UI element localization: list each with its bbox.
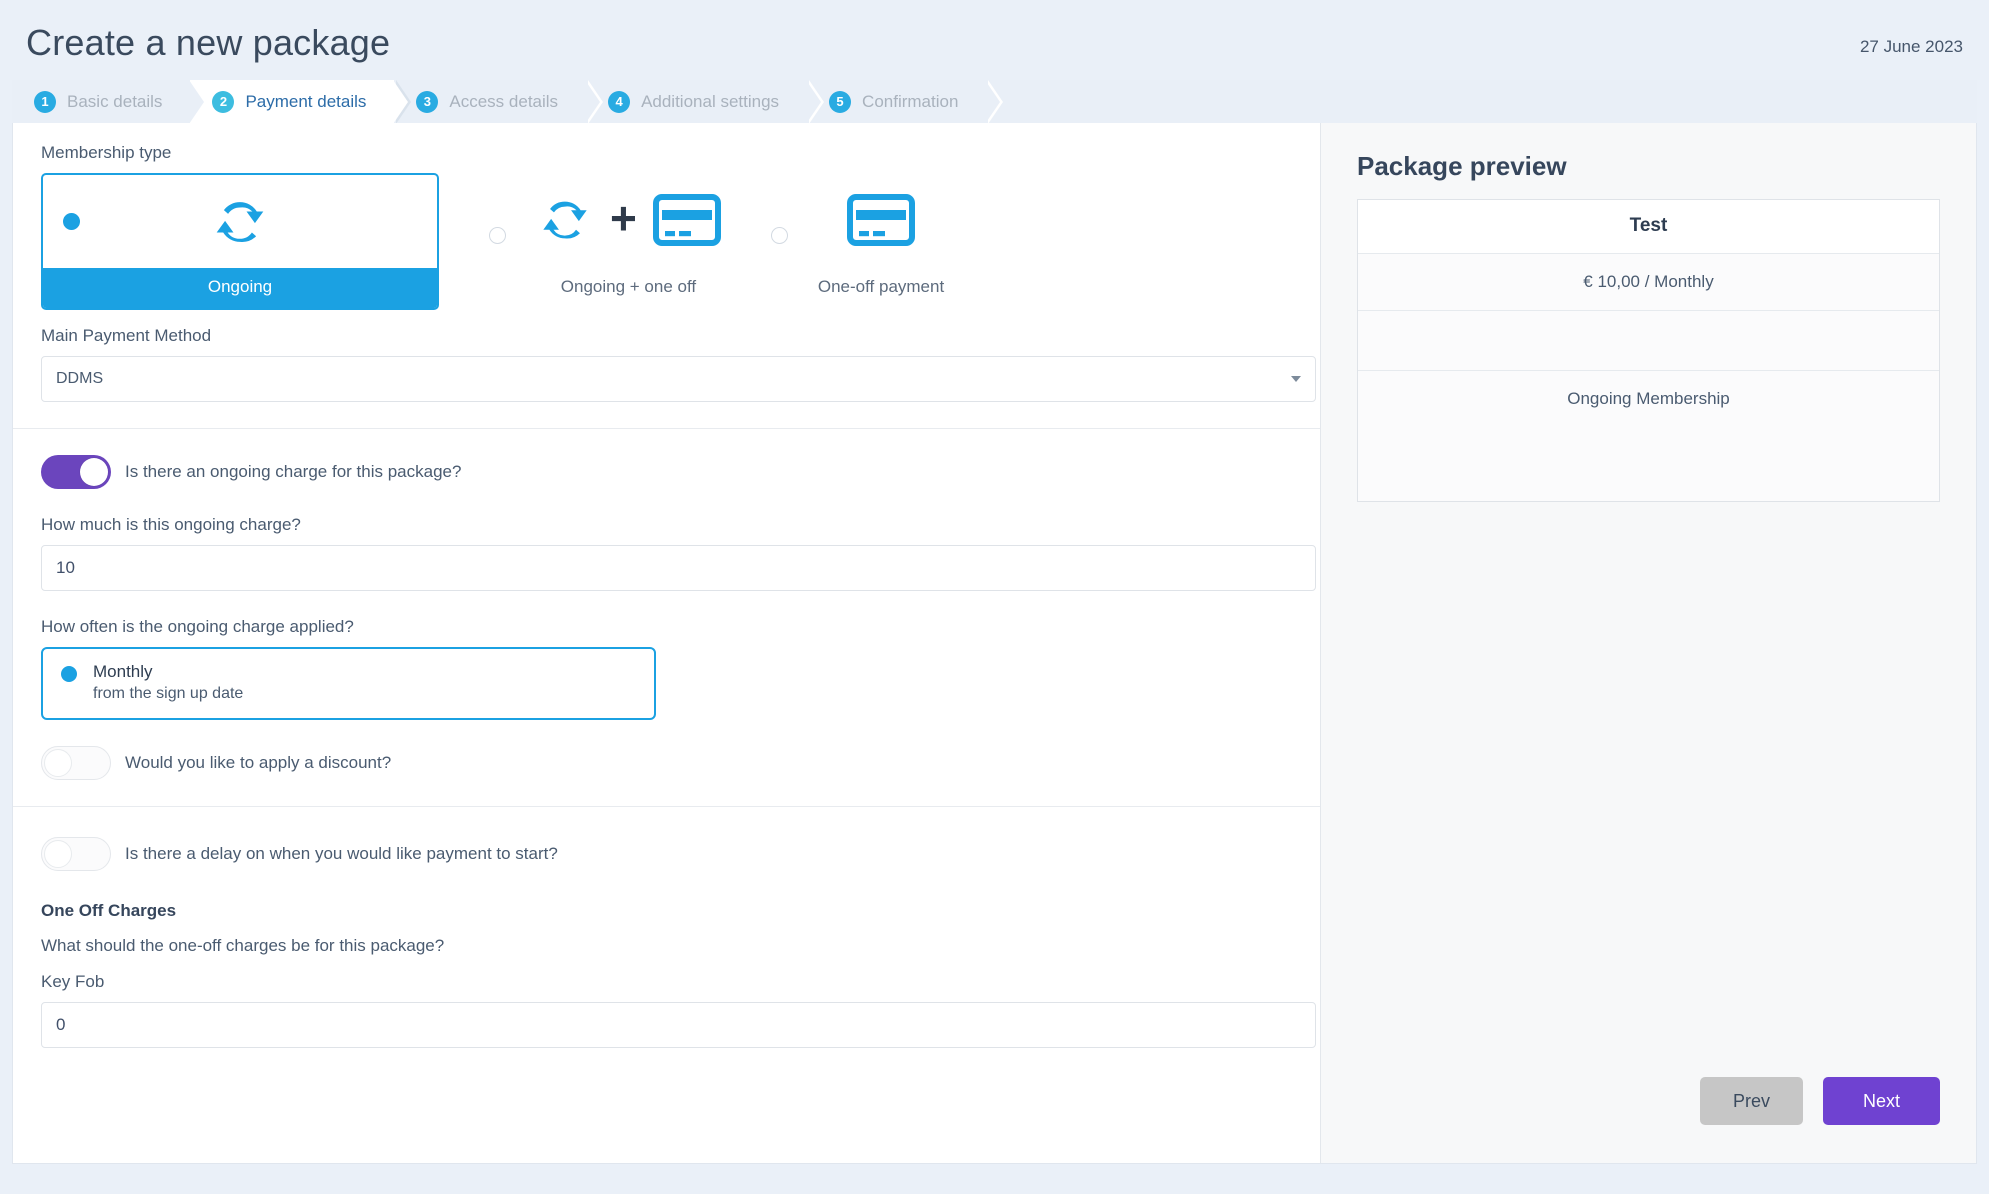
- toggle-knob: [44, 749, 72, 777]
- wizard-footer-buttons: Prev Next: [1700, 1077, 1940, 1125]
- delay-toggle-label: Is there a delay on when you would like …: [125, 844, 558, 863]
- membership-option-body: + Ongoing + one off: [536, 173, 721, 297]
- ongoing-amount-input[interactable]: 10: [41, 545, 1316, 591]
- next-button[interactable]: Next: [1823, 1077, 1940, 1125]
- key-fob-label: Key Fob: [41, 972, 105, 991]
- page-header: Create a new package 27 June 2023: [0, 0, 1989, 80]
- radio-ongoing-plus-one-off[interactable]: [489, 226, 506, 244]
- one-off-heading: One Off Charges: [41, 901, 177, 920]
- payment-method-label: Main Payment Method: [41, 326, 212, 345]
- toggle-knob: [80, 458, 108, 486]
- radio-monthly[interactable]: [61, 666, 77, 682]
- create-package-page: Create a new package 27 June 2023 1 Basi…: [0, 0, 1989, 1194]
- membership-option-ongoing-plus-one-off[interactable]: + Ongoing + one off: [439, 173, 721, 297]
- preview-title: Package preview: [1357, 151, 1567, 181]
- preview-blank-line: [1358, 311, 1939, 371]
- membership-option-body: One-off payment: [818, 173, 944, 297]
- key-fob-value: 0: [56, 1015, 66, 1034]
- ongoing-amount-label: How much is this ongoing charge?: [41, 515, 301, 534]
- delay-toggle-row: Is there a delay on when you would like …: [41, 837, 1292, 871]
- ongoing-charge-toggle[interactable]: [41, 455, 111, 489]
- ongoing-charge-section: Is there an ongoing charge for this pack…: [13, 429, 1320, 806]
- chevron-down-icon: [1291, 376, 1301, 382]
- membership-type-section: Membership type Ongoing + Ongoing + one …: [13, 123, 1320, 326]
- membership-option-card-body: [43, 175, 437, 268]
- ongoing-amount-value: 10: [56, 558, 75, 577]
- payment-method-value: DDMS: [56, 370, 104, 387]
- wizard-stepper: 1 Basic details 2 Payment details 3 Acce…: [12, 80, 1977, 123]
- one-off-question: What should the one-off charges be for t…: [41, 936, 445, 955]
- frequency-option-text: Monthly from the sign up date: [93, 662, 243, 703]
- prev-button[interactable]: Prev: [1700, 1077, 1803, 1125]
- membership-option-icons: [43, 194, 437, 250]
- membership-option-label: Ongoing + one off: [560, 277, 697, 296]
- radio-one-off[interactable]: [770, 226, 788, 244]
- refresh-icon: [536, 194, 594, 246]
- step-label: Additional settings: [641, 91, 780, 111]
- step-label: Payment details: [245, 91, 367, 111]
- step-number: 4: [608, 90, 631, 113]
- frequency-option-sub: from the sign up date: [93, 685, 244, 702]
- step-basic-details[interactable]: 1 Basic details: [12, 80, 208, 123]
- frequency-option-title: Monthly: [93, 662, 153, 681]
- step-label: Confirmation: [862, 91, 959, 111]
- plus-icon: +: [610, 191, 637, 244]
- payment-method-section: Main Payment Method DDMS: [13, 326, 1320, 428]
- form-panel: Membership type Ongoing + Ongoing + one …: [13, 123, 1321, 1163]
- membership-option-card[interactable]: Ongoing: [41, 173, 439, 310]
- toggle-knob: [44, 840, 72, 868]
- membership-type-label: Membership type: [41, 143, 172, 162]
- preview-package-name: Test: [1358, 200, 1939, 254]
- step-label: Access details: [449, 91, 559, 111]
- ongoing-charge-toggle-label: Is there an ongoing charge for this pack…: [125, 462, 462, 481]
- step-access-details[interactable]: 3 Access details: [394, 80, 603, 123]
- credit-card-icon: [652, 193, 721, 246]
- ongoing-charge-toggle-row: Is there an ongoing charge for this pack…: [41, 455, 1292, 489]
- membership-option-ongoing[interactable]: Ongoing: [41, 173, 439, 310]
- step-number: 1: [34, 90, 56, 113]
- payment-method-select[interactable]: DDMS: [41, 356, 1316, 402]
- step-payment-details[interactable]: 2 Payment details: [190, 80, 412, 123]
- step-label: Basic details: [67, 91, 163, 111]
- one-off-charges-section: Is there a delay on when you would like …: [13, 807, 1320, 1048]
- discount-toggle[interactable]: [41, 746, 111, 780]
- page-title: Create a new package: [26, 22, 391, 63]
- membership-type-options: Ongoing + Ongoing + one off One-off paym…: [41, 173, 1292, 310]
- membership-option-label: Ongoing: [43, 268, 437, 308]
- membership-option-label: One-off payment: [817, 277, 945, 296]
- refresh-icon: [208, 194, 272, 250]
- key-fob-input[interactable]: 0: [41, 1002, 1316, 1048]
- wizard-body: Membership type Ongoing + Ongoing + one …: [12, 123, 1977, 1164]
- membership-option-one-off[interactable]: One-off payment: [721, 173, 944, 297]
- preview-price-line: € 10,00 / Monthly: [1358, 254, 1939, 311]
- package-preview-card: Test € 10,00 / Monthly Ongoing Membershi…: [1357, 199, 1940, 502]
- step-number: 5: [829, 90, 852, 113]
- membership-option-icons: +: [536, 173, 721, 266]
- preview-panel: Package preview Test € 10,00 / Monthly O…: [1321, 123, 1976, 1163]
- step-number: 2: [212, 90, 235, 113]
- step-confirmation[interactable]: 5 Confirmation: [807, 80, 1004, 123]
- discount-toggle-label: Would you like to apply a discount?: [125, 753, 392, 772]
- step-number: 3: [416, 90, 439, 113]
- step-additional-settings[interactable]: 4 Additional settings: [586, 80, 825, 123]
- delay-toggle[interactable]: [41, 837, 111, 871]
- frequency-option-monthly[interactable]: Monthly from the sign up date: [41, 647, 656, 720]
- credit-card-icon: [847, 193, 916, 246]
- frequency-label: How often is the ongoing charge applied?: [41, 617, 354, 636]
- header-date: 27 June 2023: [1859, 37, 1963, 56]
- preview-type-line: Ongoing Membership: [1567, 389, 1730, 408]
- discount-toggle-row: Would you like to apply a discount?: [41, 746, 1292, 780]
- membership-option-icons: [847, 173, 916, 266]
